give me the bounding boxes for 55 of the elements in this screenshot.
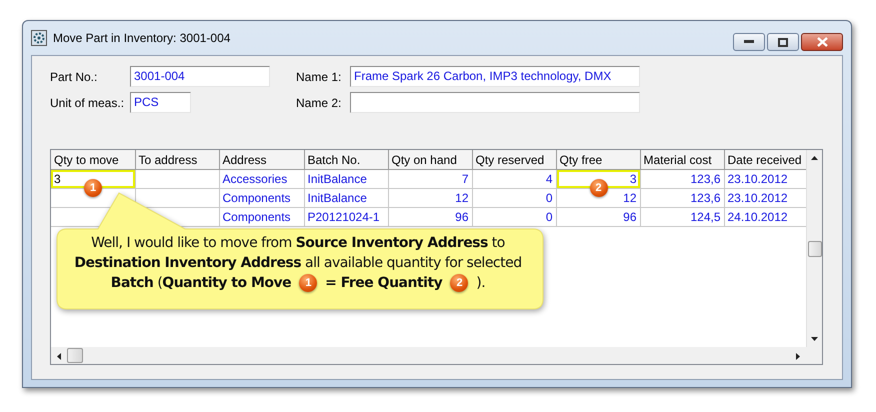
maximize-icon — [778, 38, 788, 46]
scroll-left-icon[interactable] — [57, 353, 61, 360]
scroll-down-icon[interactable] — [811, 337, 818, 341]
scroll-right-icon[interactable] — [796, 353, 800, 360]
column-header[interactable]: Qty to move — [51, 150, 135, 170]
callout-text: Well, I would like to move from Source Inventory Address to Destination Inventory Address all available quantity for selected — [73, 234, 523, 273]
column-header[interactable]: Qty on hand — [388, 150, 472, 170]
table-cell: Accessories — [219, 170, 304, 188]
table-cell: 96 — [556, 208, 640, 226]
column-header[interactable]: Qty free — [556, 150, 640, 170]
input-field[interactable]: Frame Spark 26 Carbon, IMP3 technology, DMX — [350, 66, 640, 87]
table-cell: InitBalance — [304, 188, 388, 208]
callout-text: = Free Quantity — [325, 274, 442, 293]
table-cell: 123,6 — [640, 188, 724, 208]
table-cell: Components — [219, 208, 304, 226]
number-badge: 1 — [84, 179, 102, 197]
number-badge: 2 — [590, 179, 608, 197]
minimize-button[interactable] — [733, 33, 765, 51]
scroll-thumb[interactable] — [67, 348, 83, 363]
cell-text: 3 — [54, 172, 61, 186]
table-cell: 4 — [472, 170, 556, 188]
maximize-button[interactable] — [767, 33, 799, 51]
cell-text: 3 — [630, 172, 636, 186]
table-cell: 124,5 — [640, 208, 724, 226]
table-cell: 123,6 — [640, 170, 724, 188]
table-cell: InitBalance — [304, 170, 388, 188]
table-cell: 12 — [388, 188, 472, 208]
app-icon — [31, 30, 47, 46]
input-field[interactable]: PCS — [130, 92, 191, 113]
table-cell: 0 — [472, 208, 556, 226]
table-cell: 0 — [472, 188, 556, 208]
column-header[interactable]: Qty reserved — [472, 150, 556, 170]
field-label: Name 2: — [295, 96, 342, 110]
scroll-thumb[interactable] — [808, 241, 822, 257]
column-header[interactable]: Date received — [724, 150, 807, 170]
callout-text: Batch (Quantity to Move — [110, 274, 292, 293]
column-header[interactable]: Material cost — [640, 150, 724, 170]
field-label: Unit of meas.: — [50, 96, 126, 110]
callout-text: ). — [476, 274, 486, 293]
column-header[interactable]: To address — [135, 150, 219, 170]
column-header[interactable]: Batch No. — [304, 150, 388, 170]
column-header[interactable]: Address — [219, 150, 304, 170]
table-cell: 7 — [388, 170, 472, 188]
minimize-icon — [744, 40, 754, 44]
input-field[interactable]: 3001-004 — [130, 66, 270, 87]
table-cell: P20121024-1 — [304, 208, 388, 226]
close-button[interactable] — [801, 33, 843, 51]
window-title: Move Part in Inventory: 3001-004 — [53, 31, 230, 45]
table-cell: Components — [219, 188, 304, 208]
input-field[interactable] — [350, 92, 640, 113]
field-label: Name 1: — [295, 70, 342, 84]
field-label: Part No.: — [50, 70, 98, 84]
table-cell: 96 — [388, 208, 472, 226]
scroll-up-icon[interactable] — [811, 156, 818, 160]
close-icon — [816, 37, 828, 47]
